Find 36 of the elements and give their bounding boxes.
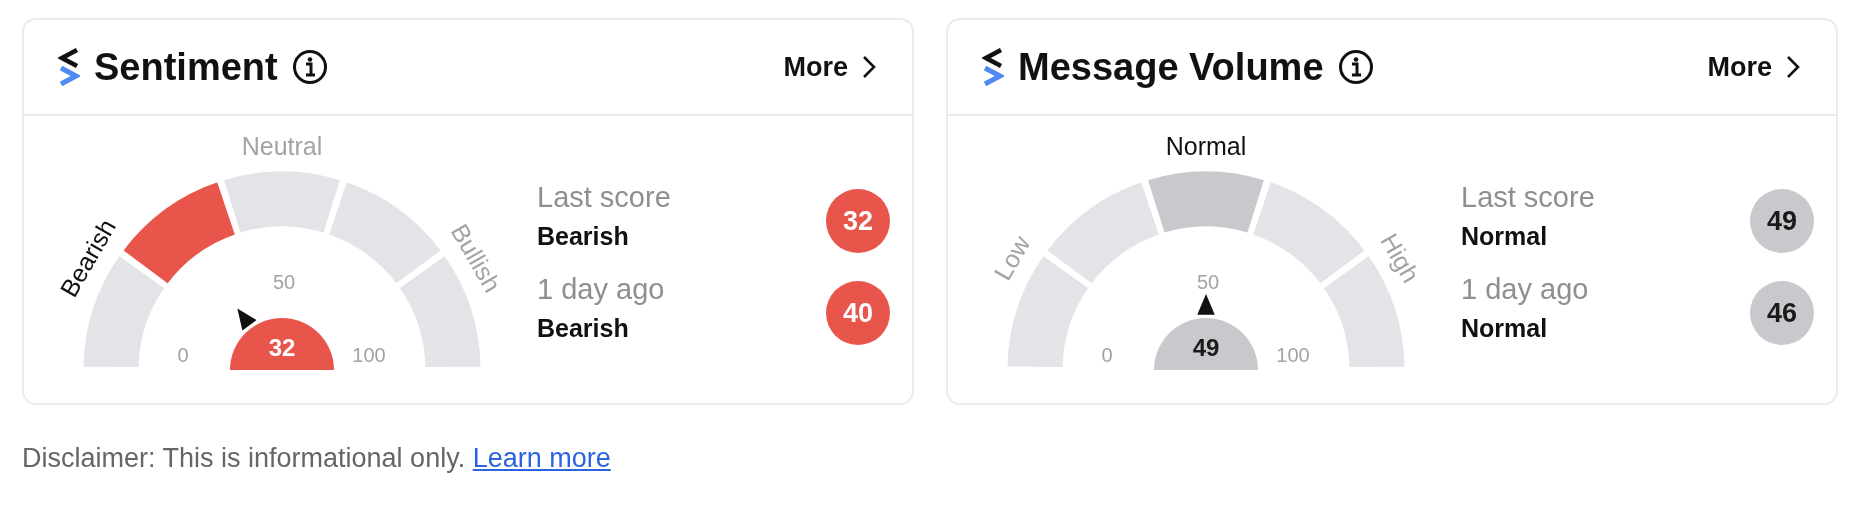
score-label: Last score <box>537 181 671 214</box>
more-button[interactable]: More <box>783 51 876 83</box>
logo-icon <box>58 47 80 87</box>
needle-icon <box>237 308 257 331</box>
gauge-tick: 0 <box>1101 344 1113 367</box>
learn-more-link[interactable]: Learn more <box>472 443 611 473</box>
logo-icon <box>982 47 1004 87</box>
score-label: Last score <box>1461 181 1595 214</box>
gauge-value: 49 <box>1192 334 1220 362</box>
score-value: Bearish <box>537 314 630 343</box>
more-button[interactable]: More <box>1707 51 1800 83</box>
needle-icon <box>1197 294 1215 315</box>
score-label: 1 day ago <box>1461 273 1589 306</box>
gauge-label: Neutral <box>241 131 323 160</box>
score-badge: 49 <box>1750 189 1814 253</box>
score-value: Normal <box>1461 222 1549 251</box>
gauge-tick: 100 <box>352 344 386 367</box>
info-icon[interactable] <box>291 49 328 85</box>
gauge-value: 32 <box>268 334 296 362</box>
gauge-tick: 50 <box>1196 271 1220 294</box>
chevron-right-icon <box>1786 55 1800 79</box>
gauge-tick: 50 <box>272 271 296 294</box>
gauge-tick: 0 <box>177 344 189 367</box>
gauge-label: Normal <box>1165 131 1247 160</box>
score-badge: 40 <box>826 281 890 345</box>
disclaimer-text: Disclaimer: This is informational only. Learn more <box>22 443 612 474</box>
score-badge: 46 <box>1750 281 1814 345</box>
info-icon[interactable] <box>1337 49 1374 85</box>
card-title: Sentiment <box>94 45 278 89</box>
score-value: Bearish <box>537 222 630 251</box>
gauge-tick: 100 <box>1276 344 1310 367</box>
score-badge: 32 <box>826 189 890 253</box>
score-value: Normal <box>1461 314 1549 343</box>
card-title: Message Volume <box>1018 45 1324 89</box>
score-label: 1 day ago <box>537 273 665 306</box>
chevron-right-icon <box>862 55 876 79</box>
